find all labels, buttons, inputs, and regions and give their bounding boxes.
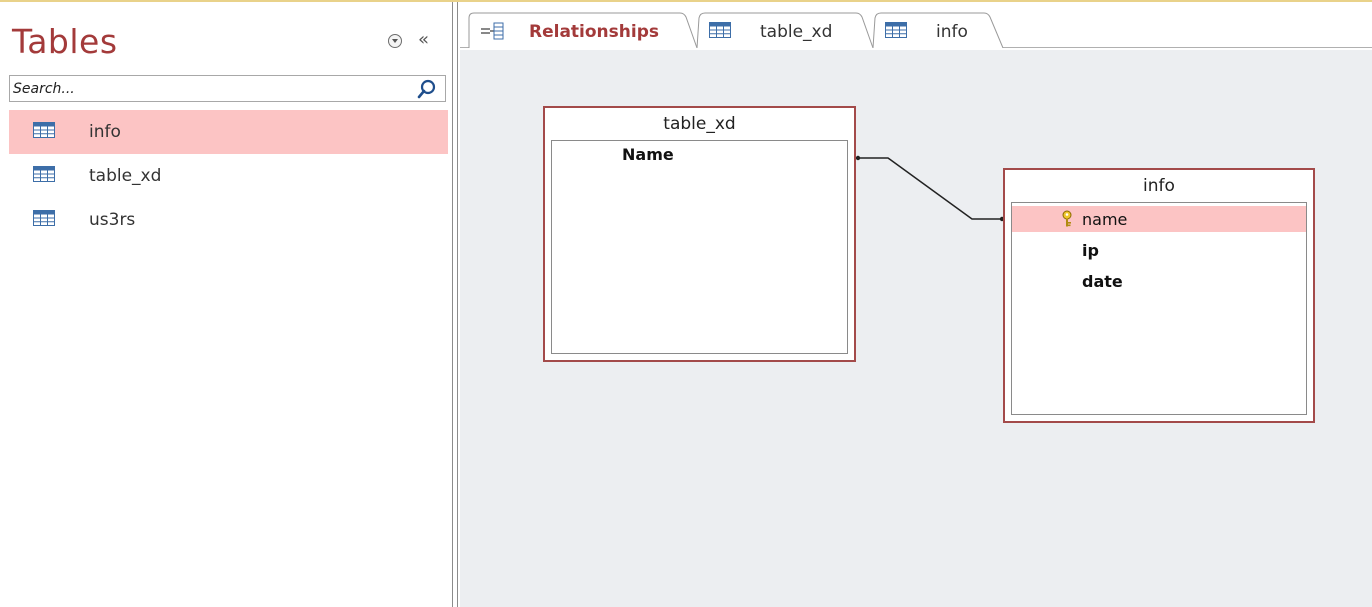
nav-item-info[interactable]: info	[9, 110, 448, 154]
field-list-table-xd[interactable]: table_xd Name	[543, 106, 856, 362]
pane-splitter-edge	[457, 2, 458, 607]
pane-splitter[interactable]	[452, 2, 453, 607]
field-row[interactable]: Name	[552, 143, 847, 169]
field-list-body: Name	[551, 140, 848, 354]
field-name: name	[1082, 210, 1128, 229]
search-input[interactable]	[10, 76, 416, 101]
nav-item-label: table_xd	[89, 166, 162, 186]
document-area: Relationships table_xd info table_xd Nam…	[460, 2, 1372, 607]
navigation-pane: Tables « info	[0, 2, 452, 607]
nav-table-list: info table_xd us3rs	[9, 110, 448, 242]
shutter-bar-collapse-icon[interactable]: «	[418, 29, 429, 50]
primary-key-icon	[1062, 210, 1072, 227]
table-icon	[33, 166, 55, 182]
field-row[interactable]: date	[1012, 268, 1306, 294]
nav-item-label: us3rs	[89, 210, 136, 230]
nav-search-box[interactable]	[9, 75, 446, 102]
nav-item-label: info	[89, 122, 121, 142]
field-list-title: table_xd	[663, 114, 736, 134]
nav-pane-menu-dropdown-icon[interactable]	[388, 34, 402, 48]
nav-item-us3rs[interactable]: us3rs	[9, 198, 448, 242]
search-icon[interactable]	[417, 79, 437, 99]
field-list-info[interactable]: info name ip date	[1003, 168, 1315, 423]
field-row-primary-key[interactable]: name	[1012, 206, 1306, 232]
field-list-title: info	[1143, 176, 1175, 196]
nav-pane-title[interactable]: Tables	[12, 22, 118, 61]
table-icon	[33, 122, 55, 138]
table-icon	[33, 210, 55, 226]
field-name: ip	[1082, 241, 1099, 260]
field-name: date	[1082, 272, 1123, 291]
field-name: Name	[622, 145, 674, 164]
nav-item-table-xd[interactable]: table_xd	[9, 154, 448, 198]
field-list-body: name ip date	[1011, 202, 1307, 415]
field-row[interactable]: ip	[1012, 237, 1306, 263]
